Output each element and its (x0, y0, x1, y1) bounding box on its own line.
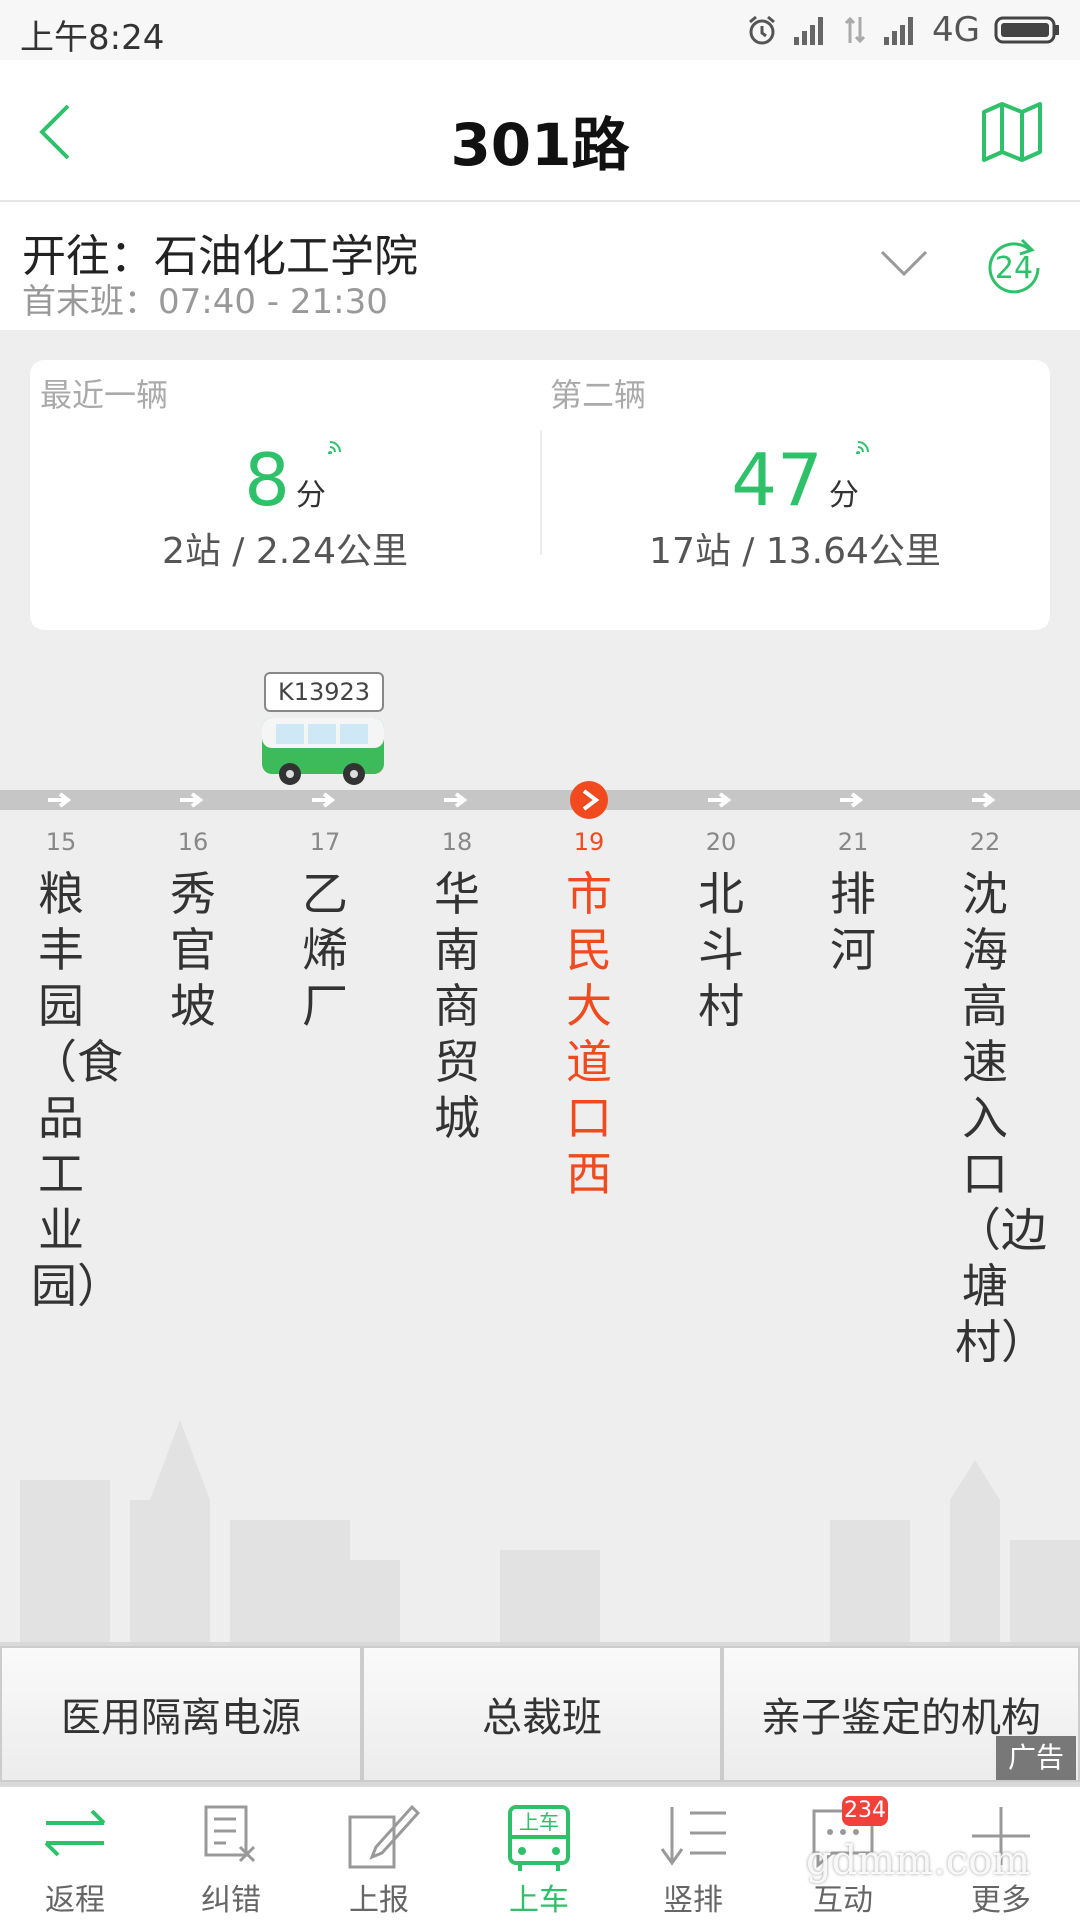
bus-icon[interactable] (258, 714, 388, 786)
page-title: 301路 (450, 111, 630, 179)
stop-item-current[interactable]: 19 市民大道口西 (559, 828, 619, 1202)
current-stop-marker (570, 781, 608, 819)
ad-bar: 医用隔离电源 总裁班 亲子鉴定的机构 (0, 1642, 1080, 1786)
swap-arrows-icon (44, 1809, 106, 1857)
stop-name: 粮丰园（食品工业园） (31, 867, 123, 1313)
direction-arrow-icon (972, 792, 996, 808)
network-type: 4G (932, 10, 980, 50)
stop-name: 华南商贸城 (434, 867, 480, 1145)
direction-arrow-icon (312, 792, 336, 808)
refresh-button[interactable]: 24 (978, 232, 1050, 304)
nav-vertical-layout[interactable]: 竖排 (626, 1787, 760, 1921)
nav-correction[interactable]: 纠错 (164, 1787, 298, 1921)
chevron-down-icon[interactable] (880, 248, 928, 278)
data-transfer-icon (844, 16, 866, 44)
vertical-list-icon (660, 1807, 726, 1866)
play-arrow-icon (582, 789, 600, 811)
second-vehicle: 第二辆 47 分 17站 / 13.64公里 (540, 360, 1050, 630)
stop-name: 市民大道口西 (566, 867, 612, 1201)
nav-return-trip[interactable]: 返程 (8, 1787, 142, 1921)
signal-icon-2 (884, 17, 914, 45)
bus-plate-tag[interactable]: K13923 (264, 672, 384, 712)
nav-label: 返程 (45, 1883, 105, 1918)
second-label: 第二辆 (550, 376, 647, 414)
stop-item[interactable]: 15 粮丰园（食品工业园） (31, 828, 123, 1314)
nav-label: 上车 (509, 1883, 569, 1918)
nearest-minutes: 8 (244, 438, 290, 522)
stop-number: 19 (573, 828, 605, 856)
arrival-card: 最近一辆 8分 2站 / 2.24公里 第二辆 47 分 17站 / 13.64公… (30, 360, 1050, 630)
stop-name: 乙烯厂 (302, 867, 348, 1033)
ad-item[interactable]: 总裁班 (362, 1646, 722, 1782)
battery-icon (994, 16, 1059, 44)
edit-icon (348, 1804, 421, 1869)
stop-name: 秀官坡 (170, 867, 216, 1033)
stop-number: 20 (705, 828, 737, 856)
nav-label: 纠错 (201, 1883, 261, 1918)
status-time: 上午8:24 (20, 18, 165, 58)
ad-item[interactable]: 医用隔离电源 (0, 1646, 362, 1782)
status-icons: 4G (746, 10, 1060, 50)
stop-number: 21 (837, 828, 869, 856)
stop-item[interactable]: 22 沈海高速入口（边塘村） (955, 828, 1047, 1370)
stop-item[interactable]: 18 华南商贸城 (427, 828, 487, 1146)
second-unit: 分 (828, 478, 859, 513)
stop-number: 18 (441, 828, 473, 856)
nav-label: 竖排 (663, 1883, 723, 1918)
direction-arrow-icon (48, 792, 72, 808)
stop-number: 15 (45, 828, 77, 856)
realtime-signal-icon-2 (856, 441, 869, 454)
notification-badge: 234 (842, 1796, 888, 1826)
realtime-signal-icon (328, 441, 341, 454)
stop-number: 22 (969, 828, 1001, 856)
nearest-detail: 2站 / 2.24公里 (161, 531, 409, 572)
second-detail: 17站 / 13.64公里 (649, 531, 941, 572)
status-bar: 上午8:24 4G (0, 0, 1080, 60)
stop-number: 17 (309, 828, 341, 856)
nav-label: 上报 (349, 1883, 409, 1918)
stop-name: 北斗村 (698, 867, 744, 1033)
direction-arrow-icon (444, 792, 468, 808)
route-line (0, 790, 1080, 810)
signal-icon (794, 17, 824, 45)
skyline-illustration (20, 1420, 1080, 1650)
stop-item[interactable]: 17 乙烯厂 (295, 828, 355, 1034)
nearest-unit: 分 (295, 478, 326, 513)
stop-number: 16 (177, 828, 209, 856)
stop-name: 排河 (830, 867, 876, 977)
stop-item[interactable]: 20 北斗村 (691, 828, 751, 1034)
header: 301路 (0, 60, 1080, 202)
bus-board-icon-text: 上车 (519, 1810, 559, 1834)
stop-item[interactable]: 21 排河 (823, 828, 883, 978)
direction-panel[interactable]: 开往：石油化工学院 首末班：07:40 - 21:30 24 (0, 202, 1080, 330)
nearest-vehicle: 最近一辆 8分 2站 / 2.24公里 (30, 360, 540, 630)
direction-arrow-icon (708, 792, 732, 808)
watermark: gdmm.com (806, 1838, 1031, 1884)
schedule-label: 首末班：07:40 - 21:30 (22, 282, 388, 322)
refresh-countdown: 24 (994, 250, 1034, 286)
map-icon[interactable] (980, 100, 1044, 164)
error-report-icon (204, 1805, 256, 1863)
ad-label: 广告 (996, 1736, 1076, 1780)
stop-item[interactable]: 16 秀官坡 (163, 828, 223, 1034)
stop-name: 沈海高速入口（边塘村） (955, 867, 1047, 1369)
nav-report[interactable]: 上报 (312, 1787, 446, 1921)
direction-arrow-icon (180, 792, 204, 808)
nearest-label: 最近一辆 (40, 376, 169, 414)
nav-board[interactable]: 上车 上车 (472, 1787, 606, 1921)
direction-arrow-icon (840, 792, 864, 808)
alarm-icon (749, 15, 775, 45)
bus-board-icon: 上车 (508, 1805, 570, 1871)
second-minutes: 47 (731, 438, 823, 522)
